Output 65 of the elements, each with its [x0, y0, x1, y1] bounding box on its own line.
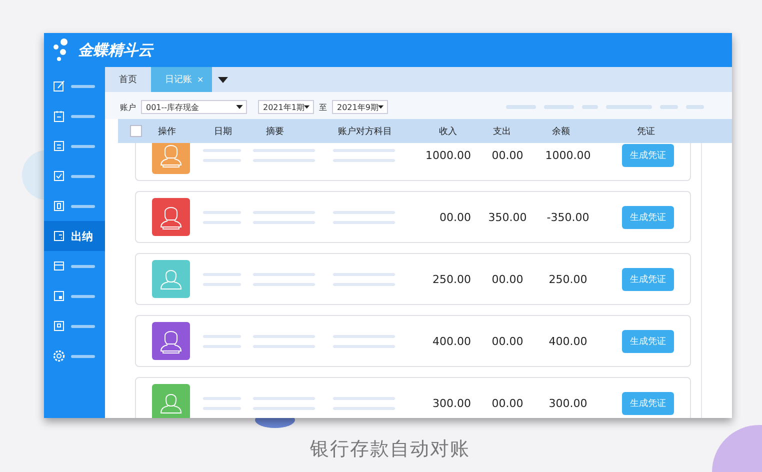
placeholder-bar: [71, 84, 95, 88]
balance-amount: -350.00: [546, 210, 590, 224]
document-icon: [53, 290, 65, 302]
generate-voucher-button[interactable]: 生成凭证: [622, 392, 674, 414]
income-amount: 400.00: [432, 334, 471, 348]
placeholder-bar: [71, 204, 95, 208]
column-header: 账户对方科目: [338, 126, 393, 138]
expense-amount: 00.00: [490, 396, 524, 410]
column-header: 收入: [439, 126, 458, 138]
balance-amount: 400.00: [548, 334, 588, 348]
document-icon: [53, 320, 65, 332]
placeholder-bar: [71, 114, 95, 118]
caption: 银行存款自动对账: [310, 437, 470, 462]
card-icon: [53, 260, 65, 272]
close-icon[interactable]: ×: [197, 75, 204, 84]
tab[interactable]: 日记账 ×: [151, 67, 212, 92]
income-amount: 300.00: [432, 396, 471, 410]
generate-voucher-button[interactable]: 生成凭证: [622, 206, 674, 228]
sidebar-item[interactable]: 出纳: [44, 221, 105, 251]
list-icon: [53, 140, 65, 152]
balance-amount: 250.00: [548, 272, 588, 286]
document-icon: [53, 200, 65, 212]
dropdown-field[interactable]: 2021年1期: [258, 100, 314, 114]
placeholder-bar: [71, 174, 95, 178]
edit-icon: [53, 80, 65, 92]
placeholder-bar: [71, 264, 95, 268]
field-label: 账户: [120, 102, 136, 112]
expense-amount: 350.00: [487, 210, 528, 224]
background-circle: [712, 425, 762, 472]
dropdown-caret-icon[interactable]: [218, 76, 228, 82]
checklist-icon: [53, 170, 65, 182]
dropdown-field[interactable]: 2021年9期: [332, 100, 388, 114]
column-header: 余额: [552, 126, 571, 138]
placeholder-bar: [71, 294, 95, 298]
settings-icon: [53, 350, 65, 362]
generate-voucher-button[interactable]: 生成凭证: [622, 330, 674, 352]
dropdown-field[interactable]: 001--库存现金: [141, 100, 247, 114]
calendar-icon: [53, 110, 65, 122]
sidebar-label: 出纳: [71, 228, 93, 244]
separator-text: 至: [319, 102, 327, 112]
document-icon: [53, 230, 65, 242]
expense-amount: 00.00: [490, 334, 524, 348]
income-amount: 00.00: [438, 210, 471, 224]
logo-text: 金蝶精斗云: [78, 40, 153, 60]
generate-voucher-button[interactable]: 生成凭证: [622, 268, 674, 290]
caret-icon: [236, 105, 243, 109]
column-header: 日期: [214, 126, 233, 138]
tab[interactable]: 首页: [105, 67, 151, 92]
column-header: 摘要: [266, 126, 285, 138]
balance-amount: 1000.00: [544, 148, 592, 162]
placeholder-bar: [71, 144, 95, 148]
column-header: 凭证: [637, 126, 656, 138]
expense-amount: 00.00: [490, 272, 524, 286]
generate-voucher-button[interactable]: 生成凭证: [622, 144, 674, 166]
income-amount: 1000.00: [424, 148, 471, 162]
expense-amount: 00.00: [490, 148, 524, 162]
checkbox[interactable]: [130, 125, 142, 137]
income-amount: 250.00: [432, 272, 471, 286]
caret-icon: [378, 105, 384, 109]
placeholder-bar: [71, 324, 95, 328]
placeholder-bar: [71, 354, 95, 358]
column-header: 支出: [493, 126, 512, 138]
balance-amount: 300.00: [548, 396, 588, 410]
caret-icon: [304, 105, 310, 109]
column-header: 操作: [158, 126, 177, 138]
